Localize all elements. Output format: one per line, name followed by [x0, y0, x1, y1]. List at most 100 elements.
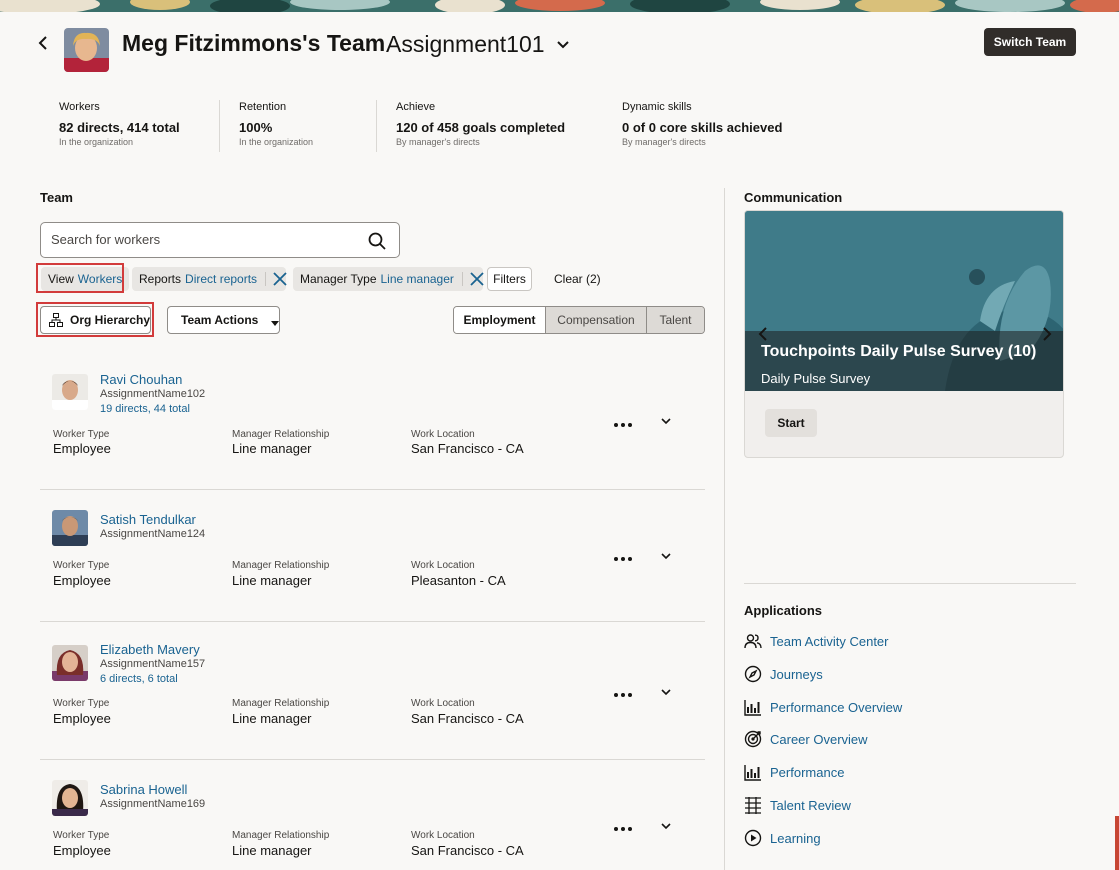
app-learning[interactable]: Learning: [744, 828, 821, 848]
back-arrow-icon[interactable]: [35, 34, 53, 52]
metric-workers: Workers 82 directs, 414 total In the org…: [59, 101, 180, 147]
reports-filter-chip[interactable]: Reports Direct reports: [132, 267, 287, 291]
app-career-overview[interactable]: Career Overview: [744, 729, 868, 749]
worker-type-value: Employee: [53, 573, 111, 588]
app-label: Journeys: [770, 666, 823, 682]
survey-illustration: Touchpoints Daily Pulse Survey (10) Dail…: [745, 211, 1063, 391]
metric-retention: Retention 100% In the organization: [239, 101, 313, 147]
worker-assignment: AssignmentName102: [100, 388, 206, 400]
worker-name-link[interactable]: Satish Tendulkar: [100, 512, 196, 527]
chart-icon: [744, 763, 762, 781]
start-survey-button[interactable]: Start: [765, 409, 817, 437]
team-page: Meg Fitzimmons's Team Assignment101 Swit…: [0, 12, 1119, 870]
worker-name-link[interactable]: Sabrina Howell: [100, 782, 187, 797]
divider: [376, 100, 377, 152]
applications-section-title: Applications: [744, 603, 823, 618]
metric-label: Retention: [239, 101, 287, 113]
worker-type-label: Worker Type: [53, 560, 110, 571]
header-banner: [0, 0, 1119, 12]
app-label: Learning: [770, 830, 821, 846]
assignment-title: Assignment101: [386, 31, 545, 57]
worker-type-label: Worker Type: [53, 698, 110, 709]
survey-subtitle: Daily Pulse Survey: [761, 371, 871, 386]
chip-key: Reports: [139, 272, 182, 286]
worker-avatar: [52, 510, 88, 546]
work-location-value: San Francisco - CA: [411, 843, 524, 858]
worker-assignment: AssignmentName169: [100, 798, 206, 810]
worker-type-value: Employee: [53, 441, 111, 456]
more-actions-icon[interactable]: [613, 820, 633, 831]
metric-label: Workers: [59, 101, 100, 113]
app-performance[interactable]: Performance: [744, 762, 844, 782]
tab-talent[interactable]: Talent: [646, 307, 704, 333]
previous-arrow-icon[interactable]: [757, 327, 769, 341]
more-actions-icon[interactable]: [613, 686, 633, 697]
scrollbar-thumb[interactable]: [1115, 816, 1119, 870]
work-location-value: Pleasanton - CA: [411, 573, 506, 588]
worker-assignment: AssignmentName157: [100, 658, 206, 670]
chevron-down-icon[interactable]: [555, 36, 571, 52]
view-tabs: Employment Compensation Talent: [453, 306, 705, 334]
app-talent-review[interactable]: Talent Review: [744, 795, 851, 815]
metric-value: 120 of 458 goals completed: [396, 120, 566, 135]
chart-icon: [744, 698, 762, 716]
worker-avatar: [52, 780, 88, 816]
more-actions-icon[interactable]: [613, 416, 633, 427]
tab-compensation[interactable]: Compensation: [545, 307, 646, 333]
app-label: Performance Overview: [770, 699, 903, 715]
worker-directs-link[interactable]: 6 directs, 6 total: [100, 673, 178, 685]
work-location-label: Work Location: [411, 560, 475, 571]
metric-subtext: By manager's directs: [622, 137, 706, 147]
metric-achieve: Achieve 120 of 458 goals completed By ma…: [396, 101, 565, 147]
worker-avatar: [52, 374, 88, 410]
worker-card: Satish Tendulkar AssignmentName124 Worke…: [40, 490, 705, 622]
remove-icon[interactable]: [461, 272, 484, 286]
worker-type-value: Employee: [53, 711, 111, 726]
worker-directs-link[interactable]: 19 directs, 44 total: [100, 403, 190, 415]
more-actions-icon[interactable]: [613, 550, 633, 561]
caret-down-icon: [270, 316, 280, 326]
next-arrow-icon[interactable]: [1041, 327, 1053, 341]
app-team-activity-center[interactable]: Team Activity Center: [744, 631, 889, 651]
clear-filters-button[interactable]: Clear (2): [554, 272, 601, 286]
app-label: Talent Review: [770, 797, 851, 813]
search-input[interactable]: [51, 232, 351, 247]
chevron-down-icon[interactable]: [659, 414, 673, 428]
team-actions-menu-button[interactable]: Team Actions: [167, 306, 280, 334]
compass-icon: [744, 665, 762, 683]
highlight-box: [36, 263, 124, 293]
metric-dynamic-skills: Dynamic skills 0 of 0 core skills achiev…: [622, 101, 782, 147]
worker-name-link[interactable]: Elizabeth Mavery: [100, 642, 200, 657]
manager-relationship-value: Line manager: [232, 573, 312, 588]
work-location-label: Work Location: [411, 698, 475, 709]
switch-team-button[interactable]: Switch Team: [984, 28, 1076, 56]
chevron-down-icon[interactable]: [659, 819, 673, 833]
team-section-title: Team: [40, 190, 73, 205]
metric-subtext: In the organization: [59, 137, 134, 147]
worker-type-label: Worker Type: [53, 830, 110, 841]
worker-type-label: Worker Type: [53, 429, 110, 440]
metric-value: 0 of 0 core skills achieved: [622, 120, 783, 135]
app-performance-overview[interactable]: Performance Overview: [744, 697, 902, 717]
manager-relationship-label: Manager Relationship: [232, 560, 330, 571]
manager-relationship-label: Manager Relationship: [232, 429, 330, 440]
tab-employment[interactable]: Employment: [454, 307, 545, 333]
people-icon: [744, 632, 762, 650]
search-icon[interactable]: [368, 232, 386, 250]
play-circle-icon: [744, 829, 762, 847]
team-actions-label: Team Actions: [181, 313, 259, 327]
worker-type-value: Employee: [53, 843, 111, 858]
metric-value: 82 directs, 414 total: [59, 120, 180, 135]
manager-type-filter-chip[interactable]: Manager Type Line manager: [293, 267, 484, 291]
filters-button[interactable]: Filters: [487, 267, 532, 291]
remove-icon[interactable]: [265, 272, 287, 286]
worker-search-field: [40, 222, 400, 258]
app-journeys[interactable]: Journeys: [744, 664, 823, 684]
worker-card: Elizabeth Mavery AssignmentName157 6 dir…: [40, 622, 705, 760]
work-location-value: San Francisco - CA: [411, 441, 524, 456]
chevron-down-icon[interactable]: [659, 549, 673, 563]
worker-card: Sabrina Howell AssignmentName169 Worker …: [40, 760, 705, 870]
manager-relationship-value: Line manager: [232, 843, 312, 858]
worker-name-link[interactable]: Ravi Chouhan: [100, 372, 182, 387]
chevron-down-icon[interactable]: [659, 685, 673, 699]
